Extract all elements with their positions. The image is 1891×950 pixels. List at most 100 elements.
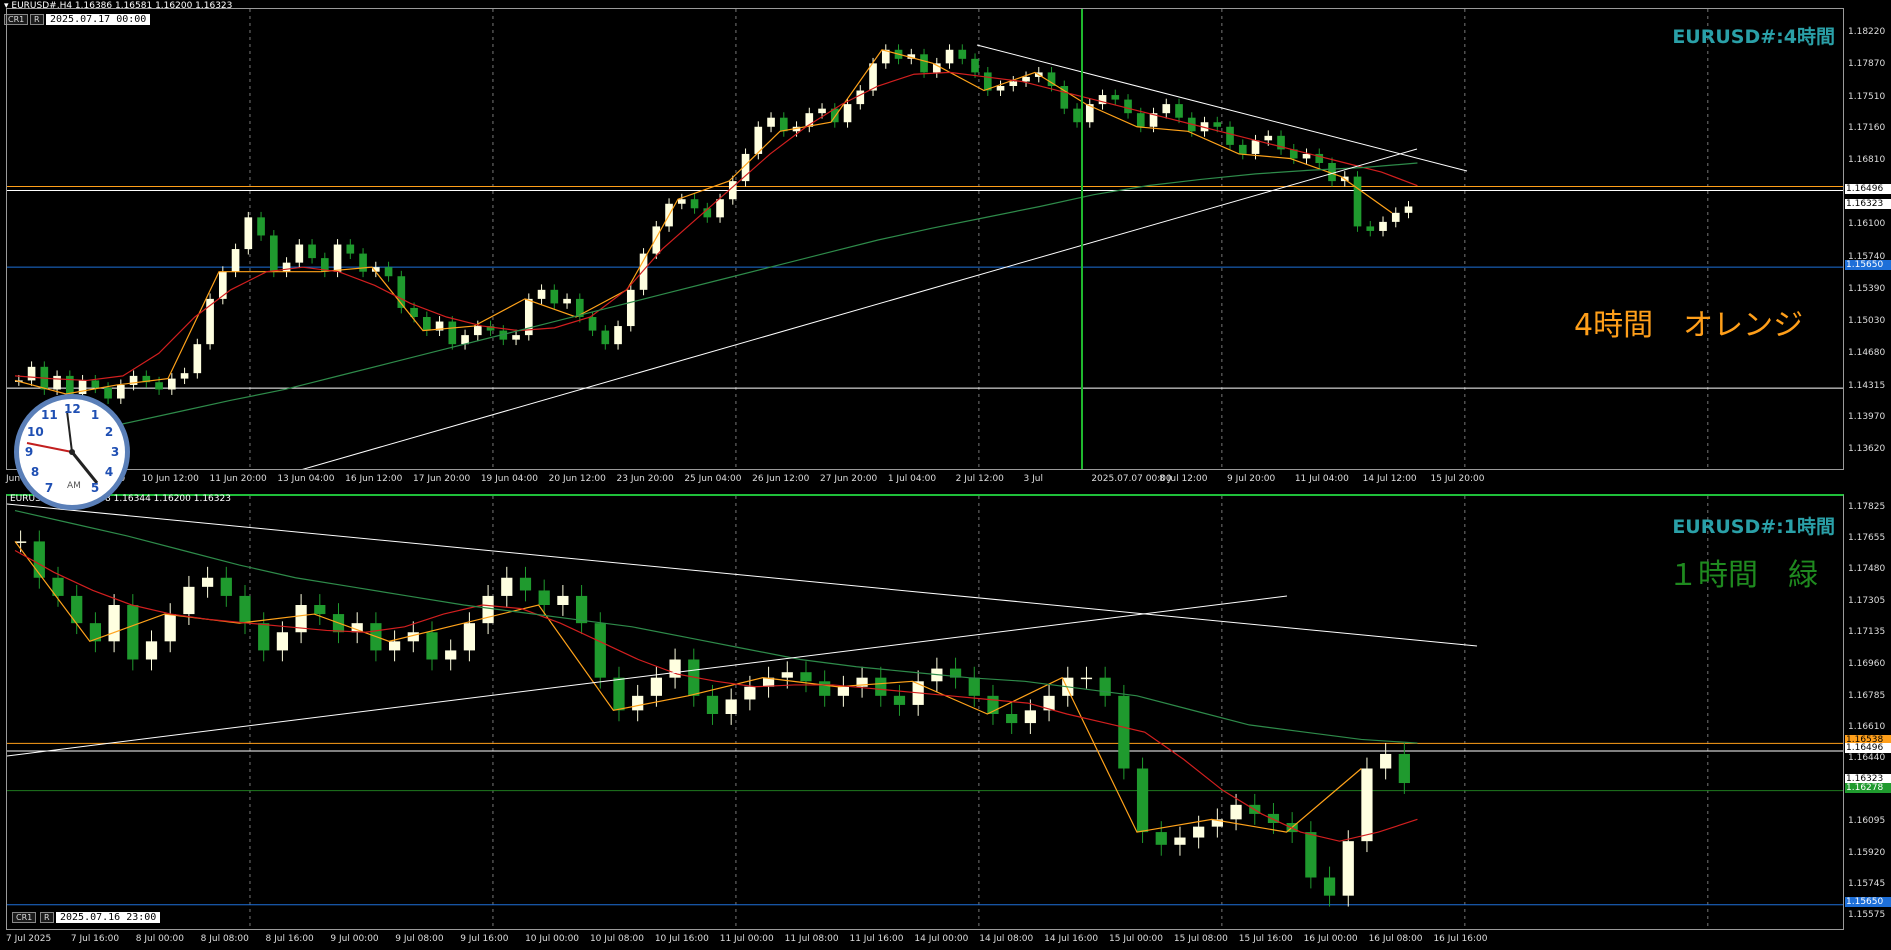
time-label: 23 Jun 20:00 [616, 474, 674, 484]
candle-body [482, 595, 494, 624]
h1-time-axis[interactable]: 7 Jul 2025 7 Jul 16:00 8 Jul 00:00 8 Jul 08… [6, 934, 1844, 946]
time-label: 10 Jul 16:00 [654, 934, 709, 944]
candle-body [463, 623, 476, 651]
clock-am-label: AM [67, 481, 81, 491]
candle-body [1111, 95, 1120, 100]
candle-body [594, 623, 606, 678]
candle-body [193, 344, 202, 374]
price-tick: 1.16095 [1848, 815, 1886, 826]
time-label: 15 Jul 00:00 [1109, 934, 1164, 944]
candle-body [333, 244, 342, 272]
candle-body [1264, 135, 1273, 141]
time-label: 2 Jul 12:00 [955, 474, 1004, 484]
price-tick: 1.16785 [1848, 690, 1886, 701]
candle-body [308, 244, 316, 259]
price-tick: 1.16610 [1848, 722, 1886, 733]
candle-body [473, 326, 482, 336]
candle-body [1099, 677, 1111, 696]
candle-body [1226, 126, 1234, 145]
time-label: 13 Jun 04:00 [277, 474, 335, 484]
h1-r-tag[interactable]: R [40, 912, 54, 923]
candle-body [800, 672, 812, 682]
candle-body [613, 677, 625, 711]
candle-body [1136, 113, 1145, 127]
h4-chart-window[interactable]: ▾ EURUSD#,H4 1.16386 1.16581 1.16200 1.1… [0, 0, 1891, 490]
candle-body [53, 375, 61, 390]
time-label: 8 Jul 12:00 [1159, 474, 1208, 484]
candle-body [295, 244, 304, 263]
candle-body [422, 317, 431, 331]
price-label: 1.15650 [1845, 896, 1891, 907]
h1-price-scale[interactable]: 1.17825 1.17655 1.17480 1.17305 1.17135 1.169… [1844, 494, 1891, 930]
candle-body [563, 298, 571, 304]
candle-body [218, 271, 227, 299]
time-label: 8 Jul 08:00 [200, 934, 249, 944]
candle-body [388, 641, 401, 651]
candle-body [1379, 221, 1387, 231]
candle-body [346, 244, 355, 254]
clock-num-1: 1 [90, 408, 100, 422]
candle-body [164, 614, 176, 642]
h4-price-scale[interactable]: 1.18220 1.17870 1.17510 1.17160 1.16810 1.161… [1844, 8, 1891, 470]
time-label: 11 Jul 16:00 [849, 934, 904, 944]
candle-body [716, 199, 724, 218]
price-tick: 1.15575 [1848, 910, 1886, 921]
candle-body [920, 54, 928, 73]
time-label: 10 Jul 00:00 [525, 934, 580, 944]
candle-body [1361, 768, 1373, 842]
time-label: 19 Jun 04:00 [480, 474, 539, 484]
candle-body [448, 321, 457, 345]
candle-body [258, 623, 270, 651]
h1-symbol-title: EURUSD#:1時間 [1672, 516, 1835, 538]
candle-body [875, 677, 887, 696]
candle-body [1342, 841, 1354, 896]
candle-body [1162, 104, 1171, 114]
candle-body [632, 695, 644, 711]
h1-cr1-tag[interactable]: CR1 [12, 912, 37, 923]
price-tick: 1.15390 [1848, 283, 1886, 294]
candle-body [1353, 176, 1362, 227]
time-label: 15 Jul 08:00 [1173, 934, 1228, 944]
h1-chart-window[interactable]: EURUSD#,H1 1.16278 1.16344 1.16200 1.163… [0, 490, 1891, 950]
price-label: 1.15650 [1845, 260, 1891, 271]
candle-body [445, 650, 457, 660]
candle-body [767, 117, 775, 127]
h4-plot-area[interactable] [6, 8, 1844, 470]
candle-body [869, 63, 877, 91]
trendline-rising [302, 148, 1418, 469]
time-label: 14 Jul 12:00 [1362, 474, 1417, 484]
price-label: 1.16496 [1845, 183, 1891, 194]
h4-symbol-title: EURUSD#:4時間 [1672, 26, 1835, 48]
candle-body [1323, 877, 1336, 896]
candle-body [1009, 81, 1018, 86]
time-label: 9 Jul 08:00 [395, 934, 444, 944]
time-label: 11 Jun 20:00 [209, 474, 267, 484]
candle-body [1080, 677, 1093, 680]
candle-body [614, 326, 622, 345]
time-label: 7 Jul 16:00 [70, 934, 120, 944]
clock-num-10: 10 [27, 425, 44, 439]
clock-num-5: 5 [90, 481, 100, 495]
candle-body [1238, 144, 1247, 154]
h1-plot-area[interactable] [6, 494, 1844, 930]
price-tick: 1.17510 [1848, 91, 1886, 102]
candle-body [276, 632, 289, 651]
candle-body [1006, 714, 1018, 724]
price-tick: 1.14315 [1848, 381, 1886, 392]
candle-body [1175, 104, 1183, 118]
time-label: 14 Jul 00:00 [914, 934, 969, 944]
price-tick: 1.17135 [1848, 626, 1886, 637]
price-tick: 1.14680 [1848, 348, 1886, 359]
candle-body [1024, 710, 1036, 724]
h1-cursor-date: 2025.07.16 23:00 [56, 912, 161, 923]
clock-num-11: 11 [41, 408, 58, 422]
clock-num-2: 2 [104, 425, 114, 439]
trendline-falling [976, 44, 1468, 172]
candle-body [33, 541, 45, 578]
candle-body [652, 226, 661, 254]
h4-time-axis[interactable]: Jun9 Jun 04:0010 Jun 12:0011 Jun 20:0013… [6, 474, 1844, 486]
candle-body [639, 253, 648, 290]
h1-legend-label: １時間 緑 [1668, 558, 1818, 593]
candle-body [1124, 99, 1132, 114]
candle-body [958, 49, 967, 59]
